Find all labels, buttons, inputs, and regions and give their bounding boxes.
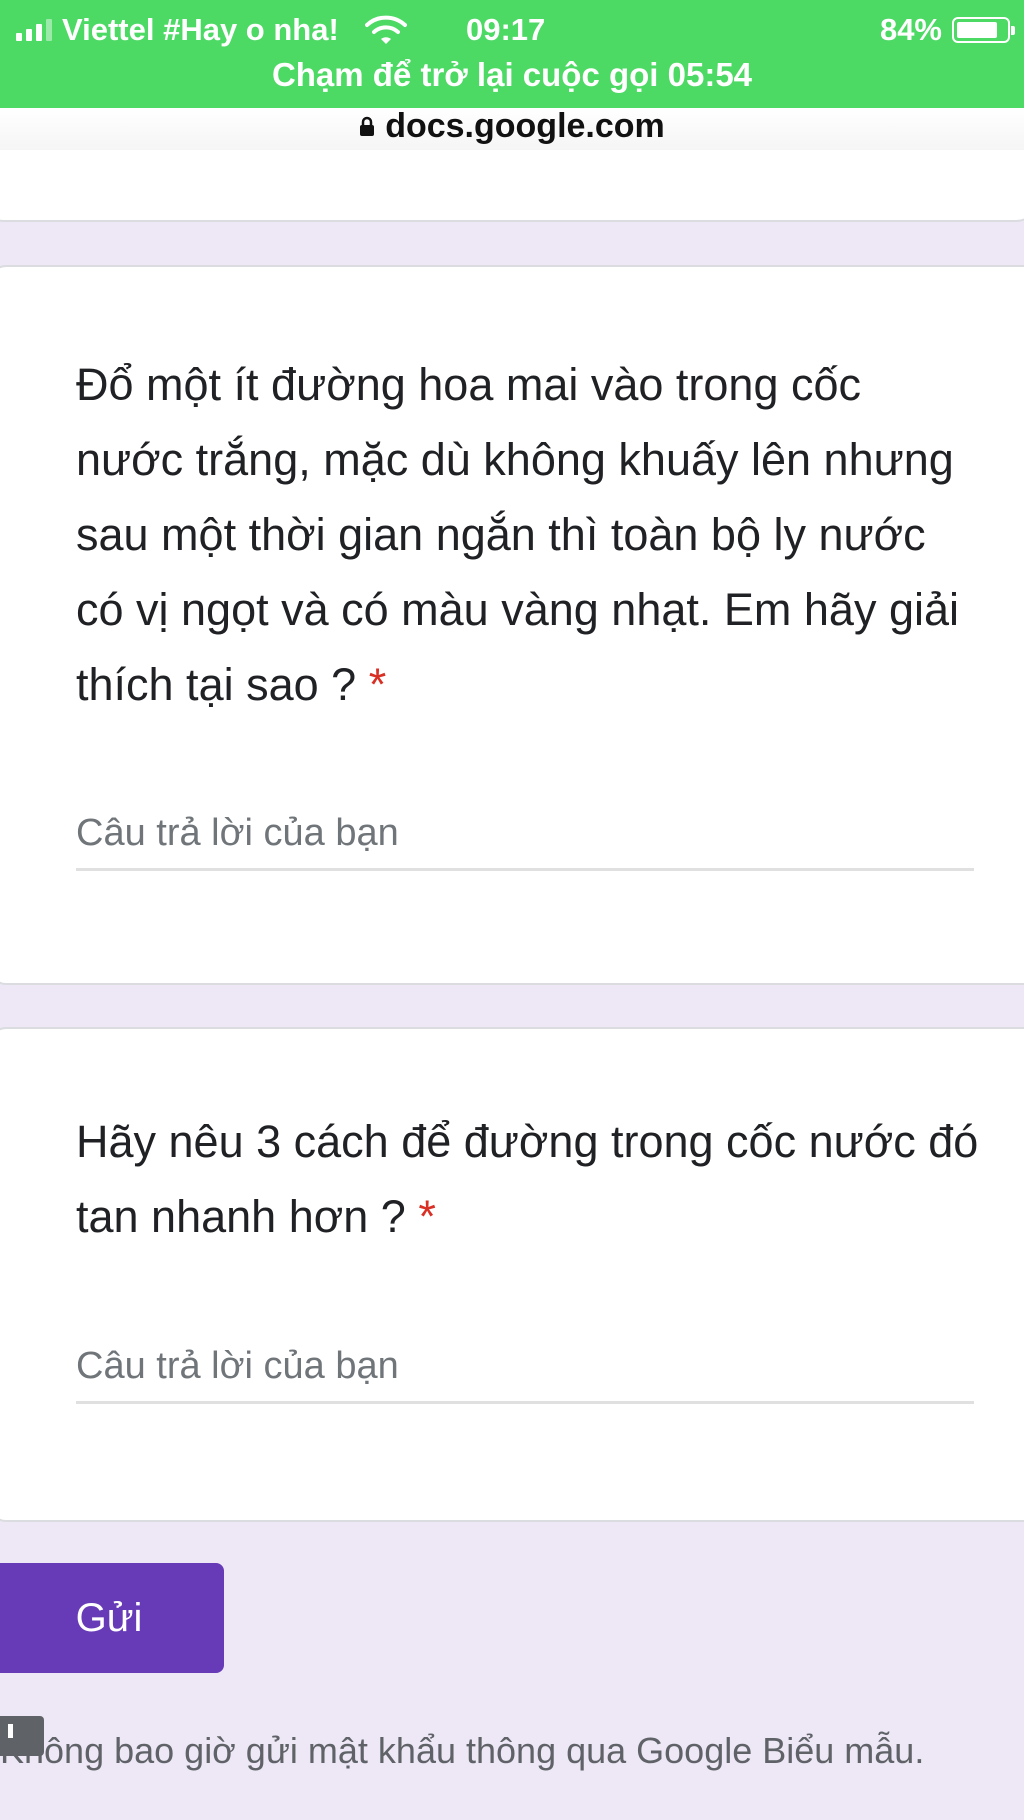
battery-icon bbox=[952, 17, 1015, 43]
required-asterisk: * bbox=[418, 1191, 436, 1242]
return-to-call-banner[interactable]: Chạm để trở lại cuộc gọi 05:54 bbox=[0, 56, 1024, 94]
battery-status: 84% bbox=[879, 8, 1015, 52]
answer-input[interactable]: Câu trả lời của bạn bbox=[76, 812, 974, 871]
submit-button[interactable]: Gửi bbox=[0, 1563, 224, 1673]
battery-percent: 84% bbox=[879, 12, 942, 47]
clock: 09:17 bbox=[466, 12, 546, 47]
question-title: Đổ một ít đường hoa mai vào trong cốc nư… bbox=[76, 347, 980, 722]
password-warning: Không bao giờ gửi mật khẩu thông qua Goo… bbox=[0, 1730, 925, 1771]
carrier-name: Viettel #Hay o nha! bbox=[62, 12, 339, 47]
carrier-info: Viettel #Hay o nha! bbox=[16, 8, 407, 52]
question-card-1: Đổ một ít đường hoa mai vào trong cốc nư… bbox=[0, 265, 1024, 985]
question-text: Đổ một ít đường hoa mai vào trong cốc nư… bbox=[76, 359, 959, 710]
question-title: Hãy nêu 3 cách để đường trong cốc nước đ… bbox=[76, 1104, 980, 1254]
question-text: Hãy nêu 3 cách để đường trong cốc nước đ… bbox=[76, 1116, 979, 1242]
status-bar: Viettel #Hay o nha! 09:17 84% Chạm để tr… bbox=[0, 0, 1024, 108]
url-text: docs.google.com bbox=[385, 106, 665, 145]
previous-question-card bbox=[0, 150, 1024, 222]
answer-input[interactable]: Câu trả lời của bạn bbox=[76, 1345, 974, 1404]
url-display[interactable]: docs.google.com bbox=[0, 106, 1024, 145]
question-card-2: Hãy nêu 3 cách để đường trong cốc nước đ… bbox=[0, 1027, 1024, 1522]
required-asterisk: * bbox=[368, 659, 387, 710]
signal-icon bbox=[16, 19, 52, 41]
lock-icon bbox=[359, 116, 375, 136]
wifi-icon bbox=[364, 15, 407, 44]
